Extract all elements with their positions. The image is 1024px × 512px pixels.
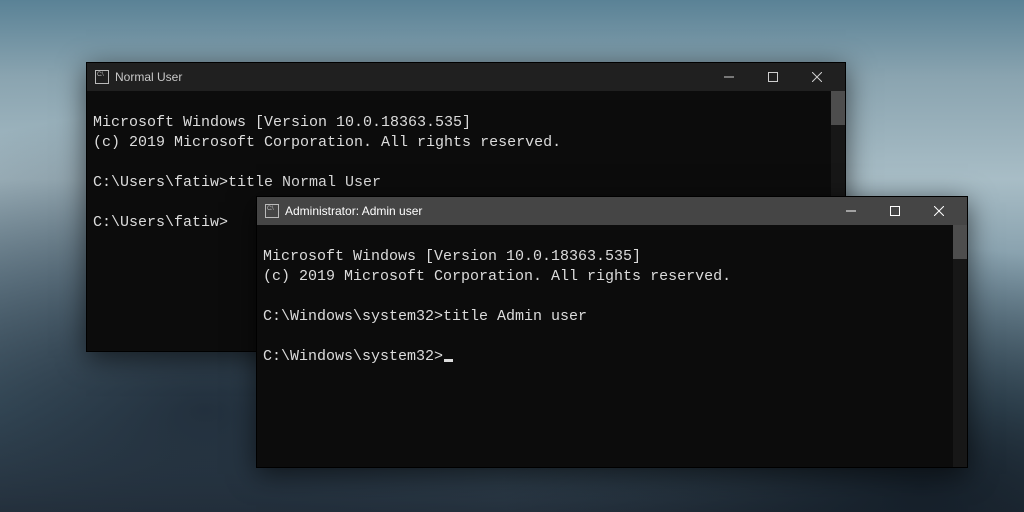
window-title: Administrator: Admin user bbox=[285, 197, 422, 225]
titlebar-normal[interactable]: Normal User bbox=[87, 63, 845, 91]
scrollbar-thumb[interactable] bbox=[953, 225, 967, 259]
minimize-button[interactable] bbox=[707, 63, 751, 91]
maximize-button[interactable] bbox=[873, 197, 917, 225]
minimize-button[interactable] bbox=[829, 197, 873, 225]
titlebar-admin[interactable]: Administrator: Admin user bbox=[257, 197, 967, 225]
term-line: C:\Users\fatiw>title Normal User bbox=[93, 174, 381, 191]
scrollbar-track[interactable] bbox=[953, 225, 967, 467]
term-line: Microsoft Windows [Version 10.0.18363.53… bbox=[93, 114, 471, 131]
close-button[interactable] bbox=[917, 197, 961, 225]
cmd-icon bbox=[265, 204, 279, 218]
term-line: (c) 2019 Microsoft Corporation. All righ… bbox=[263, 268, 731, 285]
cmd-window-admin[interactable]: Administrator: Admin user Microsoft Wind… bbox=[256, 196, 968, 468]
term-prompt: C:\Windows\system32> bbox=[263, 348, 443, 365]
maximize-button[interactable] bbox=[751, 63, 795, 91]
close-button[interactable] bbox=[795, 63, 839, 91]
term-line: C:\Windows\system32>title Admin user bbox=[263, 308, 587, 325]
term-line: (c) 2019 Microsoft Corporation. All righ… bbox=[93, 134, 561, 151]
terminal-output[interactable]: Microsoft Windows [Version 10.0.18363.53… bbox=[257, 225, 967, 467]
term-prompt: C:\Users\fatiw> bbox=[93, 214, 228, 231]
cmd-icon bbox=[95, 70, 109, 84]
cursor-icon bbox=[444, 359, 453, 362]
window-controls bbox=[707, 63, 839, 91]
window-controls bbox=[829, 197, 961, 225]
term-line: Microsoft Windows [Version 10.0.18363.53… bbox=[263, 248, 641, 265]
window-title: Normal User bbox=[115, 63, 182, 91]
scrollbar-thumb[interactable] bbox=[831, 91, 845, 125]
